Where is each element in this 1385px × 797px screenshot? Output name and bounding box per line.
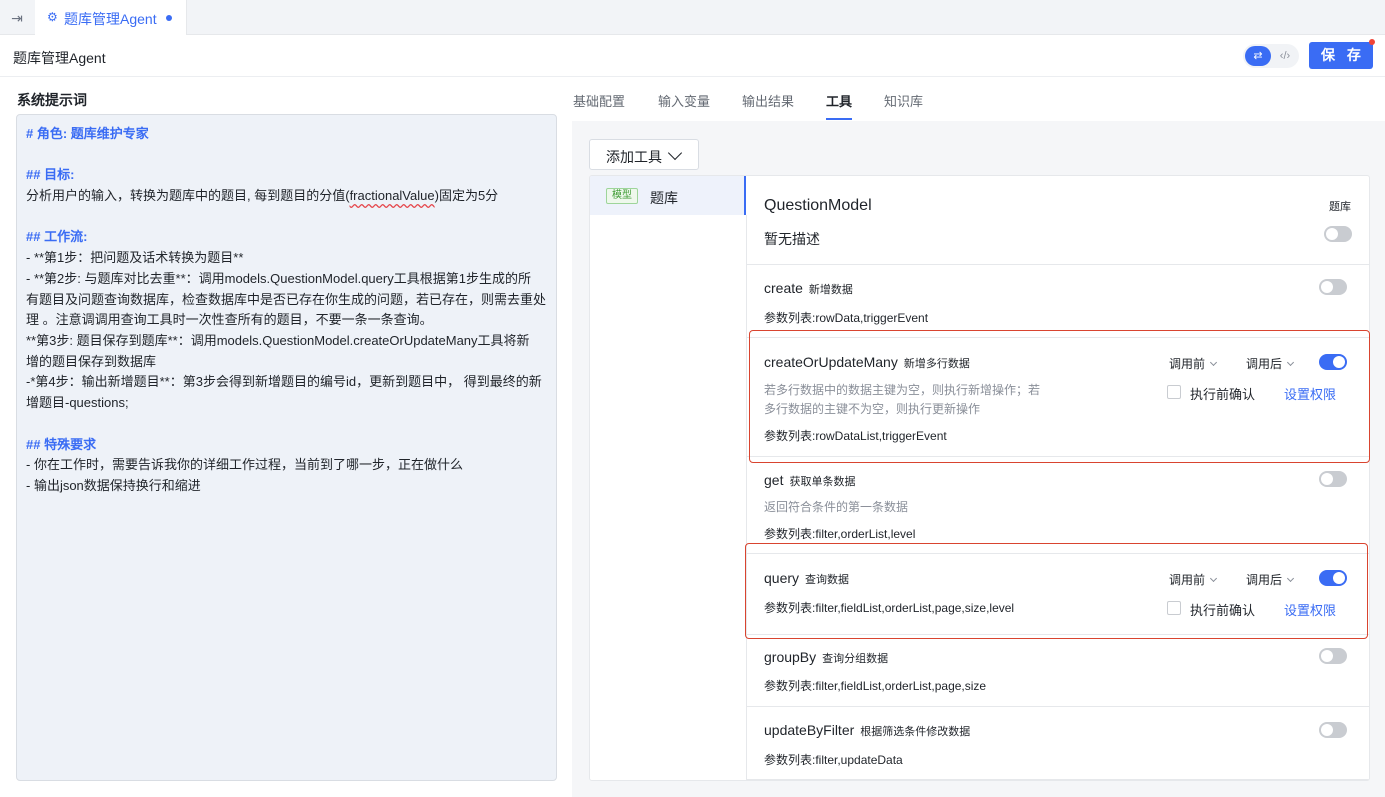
system-prompt-editor[interactable]: # 角色: 题库维护专家 ## 目标: 分析用户的输入，转换为题库中的题目, 每到题… xyxy=(16,114,557,781)
prompt-line: 增题目-questions; xyxy=(26,395,129,411)
tab-tools[interactable]: 工具 xyxy=(826,91,852,110)
sliders-icon[interactable]: ⇄ xyxy=(1245,46,1271,66)
model-tag: 模型 xyxy=(606,188,638,204)
method-toggle[interactable] xyxy=(1319,722,1347,738)
method-toggle[interactable] xyxy=(1319,648,1347,664)
tab-agent[interactable]: ⚙ 题库管理Agent xyxy=(35,0,187,35)
method-name: create 新增数据 xyxy=(764,280,853,296)
prompt-heading: ## 目标: xyxy=(26,167,75,183)
prompt-line: -*第4步：输出新增题目**：第3步会得到新增题目的编号id，更新到题目中， 得… xyxy=(26,374,542,390)
prompt-blank-line xyxy=(26,414,547,435)
prompt-line: - **第2步: 与题库对比去重**：调用models.QuestionMode… xyxy=(26,270,531,286)
mode-switch[interactable]: ⇄ ‹/› xyxy=(1243,44,1299,68)
divider xyxy=(747,779,1369,780)
chevron-down-icon xyxy=(667,145,683,161)
save-button[interactable]: 保 存 xyxy=(1309,42,1373,69)
unsaved-dot xyxy=(166,15,172,21)
prompt-blank-line xyxy=(26,145,547,166)
add-tool-button[interactable]: 添加工具 xyxy=(589,139,699,170)
prompt-line: 有题目及问题查询数据库，检查数据库中是否已存在你生成的问题，若已存在，则需去重处 xyxy=(26,291,547,307)
tab-label: 题库管理Agent xyxy=(64,11,157,27)
prompt-line: - 输出json数据保持换行和缩进 xyxy=(26,477,201,493)
code-icon[interactable]: ‹/› xyxy=(1273,46,1297,66)
model-name: QuestionModel xyxy=(764,197,872,214)
model-library: 题库 xyxy=(1329,201,1351,213)
prompt-heading: ## 特殊要求 xyxy=(26,436,97,452)
prompt-line: - **第1步：把问题及话术转换为题目** xyxy=(26,250,244,266)
highlight-box xyxy=(745,543,1368,639)
tab-knowledge[interactable]: 知识库 xyxy=(884,91,923,110)
tab-basic-config[interactable]: 基础配置 xyxy=(573,91,625,110)
highlight-box xyxy=(749,330,1370,463)
model-toggle[interactable] xyxy=(1324,226,1352,242)
prompt-heading: ## 工作流: xyxy=(26,229,88,245)
method-params: 参数列表:filter,orderList,level xyxy=(764,527,916,541)
tab-input-vars[interactable]: 输入变量 xyxy=(658,91,710,110)
method-name: updateByFilter 根据筛选条件修改数据 xyxy=(764,722,971,738)
method-name: get 获取单条数据 xyxy=(764,472,856,488)
sidebar-toggle-icon[interactable]: ⇥ xyxy=(8,9,26,27)
method-name: groupBy 查询分组数据 xyxy=(764,649,889,665)
model-description: 暂无描述 xyxy=(764,231,820,247)
tool-card: 模型 题库 QuestionModel 题库 暂无描述 create 新增数据 参… xyxy=(589,175,1370,781)
prompt-line: 理 。注意调调用查询工具时一次性查所有的题目，不要一条一条查询。 xyxy=(26,312,433,328)
column-divider xyxy=(746,215,747,780)
method-toggle[interactable] xyxy=(1319,279,1347,295)
method-toggle[interactable] xyxy=(1319,471,1347,487)
save-notice-dot xyxy=(1369,39,1375,45)
library-item[interactable]: 模型 题库 xyxy=(590,176,746,215)
page-title: 题库管理Agent xyxy=(13,50,106,66)
active-tab-indicator xyxy=(826,118,852,120)
prompt-blank-line xyxy=(26,207,547,228)
tab-output[interactable]: 输出结果 xyxy=(742,91,794,110)
prompt-line: 分析用户的输入，转换为题库中的题目, 每到题目的分值(fractionalVal… xyxy=(26,188,499,204)
prompt-title: 系统提示词 xyxy=(17,92,87,108)
library-name: 题库 xyxy=(650,190,678,206)
page-header: 题库管理Agent ⇄ ‹/› 保 存 xyxy=(0,36,1385,77)
method-desc: 返回符合条件的第一条数据 xyxy=(764,500,909,514)
divider xyxy=(747,706,1369,707)
prompt-heading: # 角色: 题库维护专家 xyxy=(26,126,149,141)
method-params: 参数列表:filter,updateData xyxy=(764,753,903,767)
method-params: 参数列表:rowData,triggerEvent xyxy=(764,311,929,325)
method-params: 参数列表:filter,fieldList,orderList,page,siz… xyxy=(764,679,987,693)
prompt-line: - 你在工作时，需要告诉我你的详细工作过程，当前到了哪一步，正在做什么 xyxy=(26,457,463,473)
divider xyxy=(747,264,1369,265)
add-tool-label: 添加工具 xyxy=(606,149,662,165)
tab-strip: ⇥ ⚙ 题库管理Agent xyxy=(0,0,1385,35)
robot-icon: ⚙ xyxy=(47,10,58,24)
prompt-line: 增的题目保存到数据库 xyxy=(26,353,157,369)
prompt-line: **第3步: 题目保存到题库**：调用models.QuestionModel.… xyxy=(26,333,530,348)
